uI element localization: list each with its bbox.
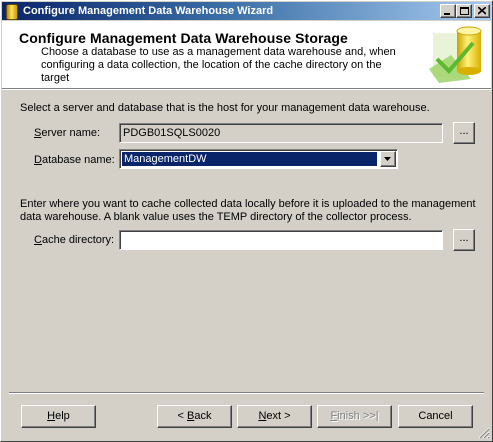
window-title: Configure Management Data Warehouse Wiza… [23,5,274,17]
header-divider [2,89,491,90]
wizard-window: Configure Management Data Warehouse Wiza… [0,0,493,442]
cache-label-hotkey: C [34,234,42,246]
close-icon [478,7,486,15]
database-wizard-icon [429,26,482,83]
finish-button[interactable]: Finish >>| [317,405,392,428]
page-description: Choose a database to use as a management… [41,46,396,84]
help-hotkey: H [47,410,56,422]
server-browse-button[interactable]: ... [453,122,475,144]
database-name-label: Database name: [34,154,115,166]
resize-grip-icon[interactable] [478,427,490,439]
next-button[interactable]: Next > [237,405,312,428]
app-database-icon [6,4,18,20]
cache-label-rest: ache directory: [41,234,115,246]
database-name-dropdown[interactable]: ManagementDW [119,149,398,169]
wizard-header: Configure Management Data Warehouse Stor… [2,21,491,89]
maximize-button[interactable] [456,4,472,18]
title-bar[interactable]: Configure Management Data Warehouse Wiza… [2,2,491,20]
back-prefix: < [177,410,187,422]
database-label-rest: atabase name: [41,154,115,166]
database-name-value: ManagementDW [122,152,377,166]
help-button[interactable]: Help [21,405,96,428]
cache-directory-input[interactable] [119,230,443,250]
footer-separator [9,392,484,394]
minimize-icon [444,13,450,15]
server-name-label: Server name: [34,127,100,139]
cancel-button[interactable]: Cancel [398,405,473,428]
help-label: elp [55,410,70,422]
server-intro-text: Select a server and database that is the… [20,102,430,114]
back-label: ack [194,410,212,422]
maximize-icon [460,7,469,15]
cache-directory-label: Cache directory: [34,234,114,246]
server-name-field[interactable]: PDGB01SQLS0020 [119,123,443,143]
close-button[interactable] [474,4,490,18]
minimize-button[interactable] [440,4,456,18]
page-title: Configure Management Data Warehouse Stor… [19,30,348,46]
next-label: ext > [266,410,291,422]
server-label-rest: erver name: [41,127,101,139]
finish-label: inish >>| [337,410,379,422]
back-button[interactable]: < Back [157,405,232,428]
cache-intro-text: Enter where you want to cache collected … [20,198,476,223]
cache-browse-button[interactable]: ... [453,229,475,251]
chevron-down-icon [384,157,391,161]
database-label-hotkey: D [34,154,42,166]
dropdown-arrow-button[interactable] [380,151,396,167]
